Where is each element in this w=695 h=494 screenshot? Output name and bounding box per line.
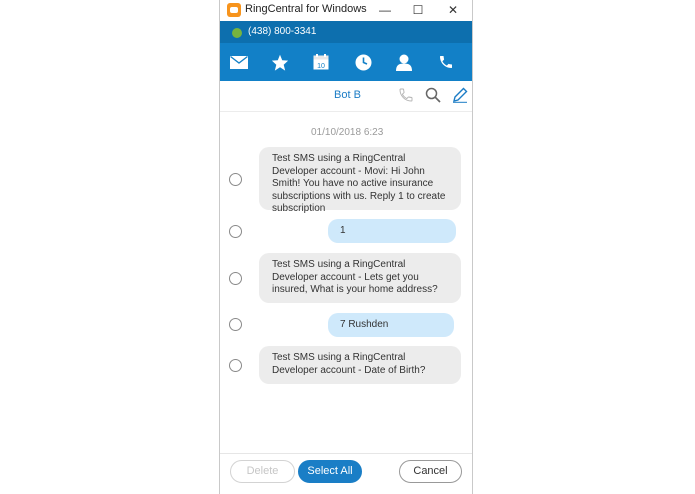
presence-status-icon[interactable] [232, 28, 242, 38]
message-select-radio[interactable] [229, 359, 242, 372]
favorites-nav-icon[interactable] [264, 43, 296, 81]
message-select-radio[interactable] [229, 272, 242, 285]
minimize-button[interactable]: — [368, 0, 402, 21]
phone-status-bar: (438) 800-3341 [220, 21, 472, 43]
ringcentral-window: RingCentral for Windows — ☐ ✕ (438) 800-… [219, 0, 473, 494]
window-title: RingCentral for Windows [245, 3, 367, 15]
delete-button[interactable]: Delete [230, 460, 295, 483]
close-button[interactable]: ✕ [436, 0, 470, 21]
ringcentral-logo-icon [227, 3, 241, 17]
conversation-timestamp: 01/10/2018 6:23 [311, 127, 384, 138]
search-icon[interactable] [425, 87, 443, 105]
message-select-radio[interactable] [229, 225, 242, 238]
cancel-button[interactable]: Cancel [399, 460, 462, 483]
phone-number: (438) 800-3341 [248, 26, 317, 37]
outgoing-message-bubble: 1 [328, 219, 456, 243]
conversation-header: Bot B [220, 81, 472, 112]
select-all-button[interactable]: Select All [298, 460, 362, 483]
maximize-button[interactable]: ☐ [401, 0, 435, 21]
message-select-radio[interactable] [229, 318, 242, 331]
contacts-nav-icon[interactable] [388, 43, 420, 81]
call-contact-icon[interactable] [398, 87, 416, 105]
incoming-message-bubble: Test SMS using a RingCentral Developer a… [259, 346, 461, 384]
selection-footer: Delete Select All Cancel [220, 453, 472, 494]
recent-calls-nav-icon[interactable] [347, 43, 379, 81]
messages-nav-icon[interactable] [223, 43, 255, 81]
incoming-message-bubble: Test SMS using a RingCentral Developer a… [259, 147, 461, 214]
incoming-message-bubble: Test SMS using a RingCentral Developer a… [259, 253, 461, 303]
conversation-name: Bot B [334, 89, 361, 101]
calendar-nav-icon[interactable]: 10 [305, 43, 337, 81]
message-select-radio[interactable] [229, 173, 242, 186]
outgoing-message-bubble: 7 Rushden [328, 313, 454, 337]
compose-pencil-icon[interactable] [452, 87, 470, 105]
title-bar: RingCentral for Windows — ☐ ✕ [220, 0, 472, 21]
main-nav-bar: 10 [220, 43, 472, 81]
calendar-day-text: 10 [317, 63, 325, 70]
phone-nav-icon[interactable] [430, 43, 462, 81]
